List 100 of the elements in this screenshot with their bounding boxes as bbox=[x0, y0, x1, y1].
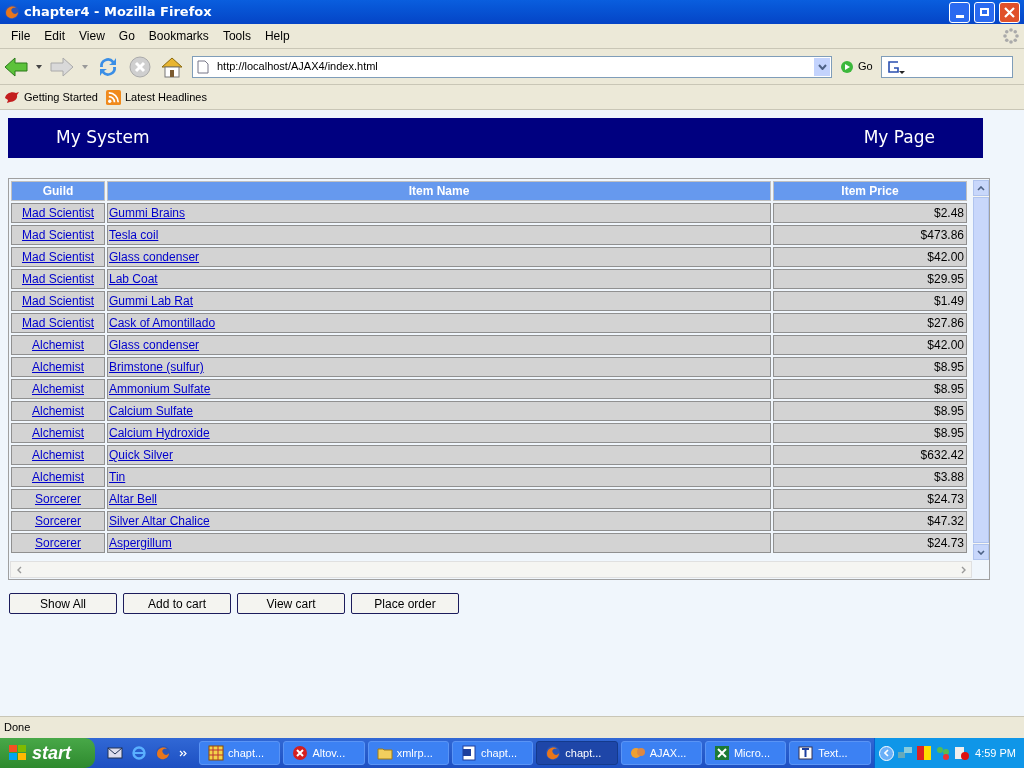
taskbar-button[interactable]: chapt... bbox=[452, 741, 534, 765]
mail-icon[interactable] bbox=[107, 745, 124, 761]
record-icon bbox=[953, 745, 970, 761]
menu-item[interactable]: View bbox=[72, 27, 112, 45]
guild-link[interactable]: Alchemist bbox=[32, 470, 84, 484]
menu-item[interactable]: Help bbox=[257, 27, 297, 45]
taskbar-button[interactable]: Altov... bbox=[283, 741, 365, 765]
guild-link[interactable]: Sorcerer bbox=[35, 492, 81, 506]
document-icon bbox=[461, 745, 477, 761]
minimize-icon bbox=[955, 14, 964, 18]
guild-link[interactable]: Mad Scientist bbox=[22, 250, 94, 264]
guild-link[interactable]: Alchemist bbox=[32, 404, 84, 418]
guild-link[interactable]: Mad Scientist bbox=[22, 228, 94, 242]
table-cell: $8.95 bbox=[773, 401, 967, 421]
guild-link[interactable]: Mad Scientist bbox=[22, 294, 94, 308]
guild-link[interactable]: Mad Scientist bbox=[22, 206, 94, 220]
item-link[interactable]: Glass condenser bbox=[109, 338, 200, 352]
table-cell: $8.95 bbox=[773, 423, 967, 443]
table-cell: $8.95 bbox=[773, 357, 967, 377]
item-link[interactable]: Brimstone (sulfur) bbox=[109, 360, 204, 374]
column-header: Item Name bbox=[107, 181, 771, 201]
restore-icon bbox=[980, 8, 989, 16]
action-button[interactable]: View cart bbox=[237, 593, 345, 614]
table-cell: $42.00 bbox=[773, 335, 967, 355]
guild-link[interactable]: Mad Scientist bbox=[22, 316, 94, 330]
chevron-right-icon bbox=[960, 565, 966, 574]
browser-e-icon[interactable] bbox=[131, 745, 148, 761]
table-cell: $29.95 bbox=[773, 269, 967, 289]
scroll-up-button[interactable] bbox=[973, 180, 989, 196]
bookmark-link[interactable]: Getting Started bbox=[4, 88, 98, 106]
action-button[interactable]: Show All bbox=[9, 593, 117, 614]
table-cell: $27.86 bbox=[773, 313, 967, 333]
guild-link[interactable]: Alchemist bbox=[32, 338, 84, 352]
item-link[interactable]: Cask of Amontillado bbox=[109, 316, 216, 330]
status-text: Done bbox=[4, 720, 31, 736]
table-cell: $24.73 bbox=[773, 533, 967, 553]
feed-icon bbox=[106, 89, 121, 105]
guild-link[interactable]: Alchemist bbox=[32, 448, 84, 462]
text-editor-icon bbox=[798, 745, 815, 761]
guild-link[interactable]: Alchemist bbox=[32, 426, 84, 440]
item-link[interactable]: Tesla coil bbox=[109, 228, 159, 242]
firefox-icon bbox=[545, 745, 562, 761]
item-link[interactable]: Ammonium Sulfate bbox=[109, 382, 211, 396]
menu-item[interactable]: Bookmarks bbox=[141, 27, 216, 45]
item-link[interactable]: Calcium Hydroxide bbox=[109, 426, 210, 440]
item-link[interactable]: Silver Altar Chalice bbox=[109, 514, 210, 528]
address-field[interactable]: http://localhost/AJAX4/index.html bbox=[192, 55, 832, 78]
menu-item[interactable]: Edit bbox=[37, 27, 73, 45]
search-field[interactable] bbox=[880, 55, 1013, 78]
item-link[interactable]: Lab Coat bbox=[109, 272, 158, 286]
go-button[interactable]: Go bbox=[840, 58, 873, 75]
action-button[interactable]: Place order bbox=[351, 593, 459, 614]
item-link[interactable]: Calcium Sulfate bbox=[109, 404, 194, 418]
error-icon bbox=[292, 745, 309, 761]
item-link[interactable]: Gummi Lab Rat bbox=[109, 294, 194, 308]
table-cell: $24.73 bbox=[773, 489, 967, 509]
taskbar-button[interactable]: Micro... bbox=[704, 741, 787, 765]
shield-icon bbox=[915, 745, 932, 761]
stop-icon[interactable] bbox=[128, 54, 152, 79]
start-button[interactable]: start bbox=[0, 738, 96, 768]
tray-expand-button[interactable] bbox=[878, 745, 894, 761]
menu-item[interactable]: Go bbox=[111, 27, 142, 45]
menu-item[interactable]: Tools bbox=[215, 27, 258, 45]
double-chevron-icon[interactable] bbox=[179, 749, 188, 757]
guild-link[interactable]: Alchemist bbox=[32, 360, 84, 374]
window-title: chapter4 - Mozilla Firefox bbox=[24, 3, 213, 22]
play-icon bbox=[840, 59, 854, 74]
dropdown-button[interactable] bbox=[814, 57, 830, 76]
back-arrow-icon[interactable] bbox=[4, 55, 28, 78]
horizontal-scrollbar[interactable] bbox=[10, 561, 972, 578]
item-link[interactable]: Altar Bell bbox=[109, 492, 158, 506]
guild-link[interactable]: Alchemist bbox=[32, 382, 84, 396]
item-link[interactable]: Gummi Brains bbox=[109, 206, 185, 220]
guild-link[interactable]: Sorcerer bbox=[35, 536, 81, 550]
windows-flag-icon bbox=[8, 744, 28, 762]
scroll-down-button[interactable] bbox=[973, 544, 989, 560]
dropdown-caret-icon[interactable] bbox=[36, 64, 42, 69]
taskbar-button[interactable]: xmlrp... bbox=[367, 741, 449, 765]
page-icon bbox=[197, 59, 209, 74]
action-button[interactable]: Add to cart bbox=[123, 593, 231, 614]
bookmark-link[interactable]: Latest Headlines bbox=[106, 88, 207, 106]
firefox-icon bbox=[155, 745, 172, 761]
guild-link[interactable]: Sorcerer bbox=[35, 514, 81, 528]
taskbar-button[interactable]: Text... bbox=[789, 741, 871, 765]
close-button[interactable] bbox=[999, 1, 1020, 23]
folder-icon bbox=[376, 745, 393, 761]
item-link[interactable]: Glass condenser bbox=[109, 250, 200, 264]
taskbar-button[interactable]: chapt... bbox=[199, 741, 281, 765]
taskbar-button[interactable]: chapt... bbox=[536, 741, 618, 765]
chevron-down-icon bbox=[977, 549, 985, 555]
table-cell: $632.42 bbox=[773, 445, 967, 465]
menu-item[interactable]: File bbox=[4, 27, 38, 45]
palette-icon bbox=[629, 745, 646, 761]
item-link[interactable]: Tin bbox=[109, 470, 126, 484]
guild-link[interactable]: Mad Scientist bbox=[22, 272, 94, 286]
taskbar-button[interactable]: AJAX... bbox=[620, 741, 702, 765]
minimize-button[interactable] bbox=[949, 1, 970, 23]
item-link[interactable]: Aspergillum bbox=[109, 536, 172, 550]
restore-button[interactable] bbox=[974, 1, 995, 23]
item-link[interactable]: Quick Silver bbox=[109, 448, 173, 462]
